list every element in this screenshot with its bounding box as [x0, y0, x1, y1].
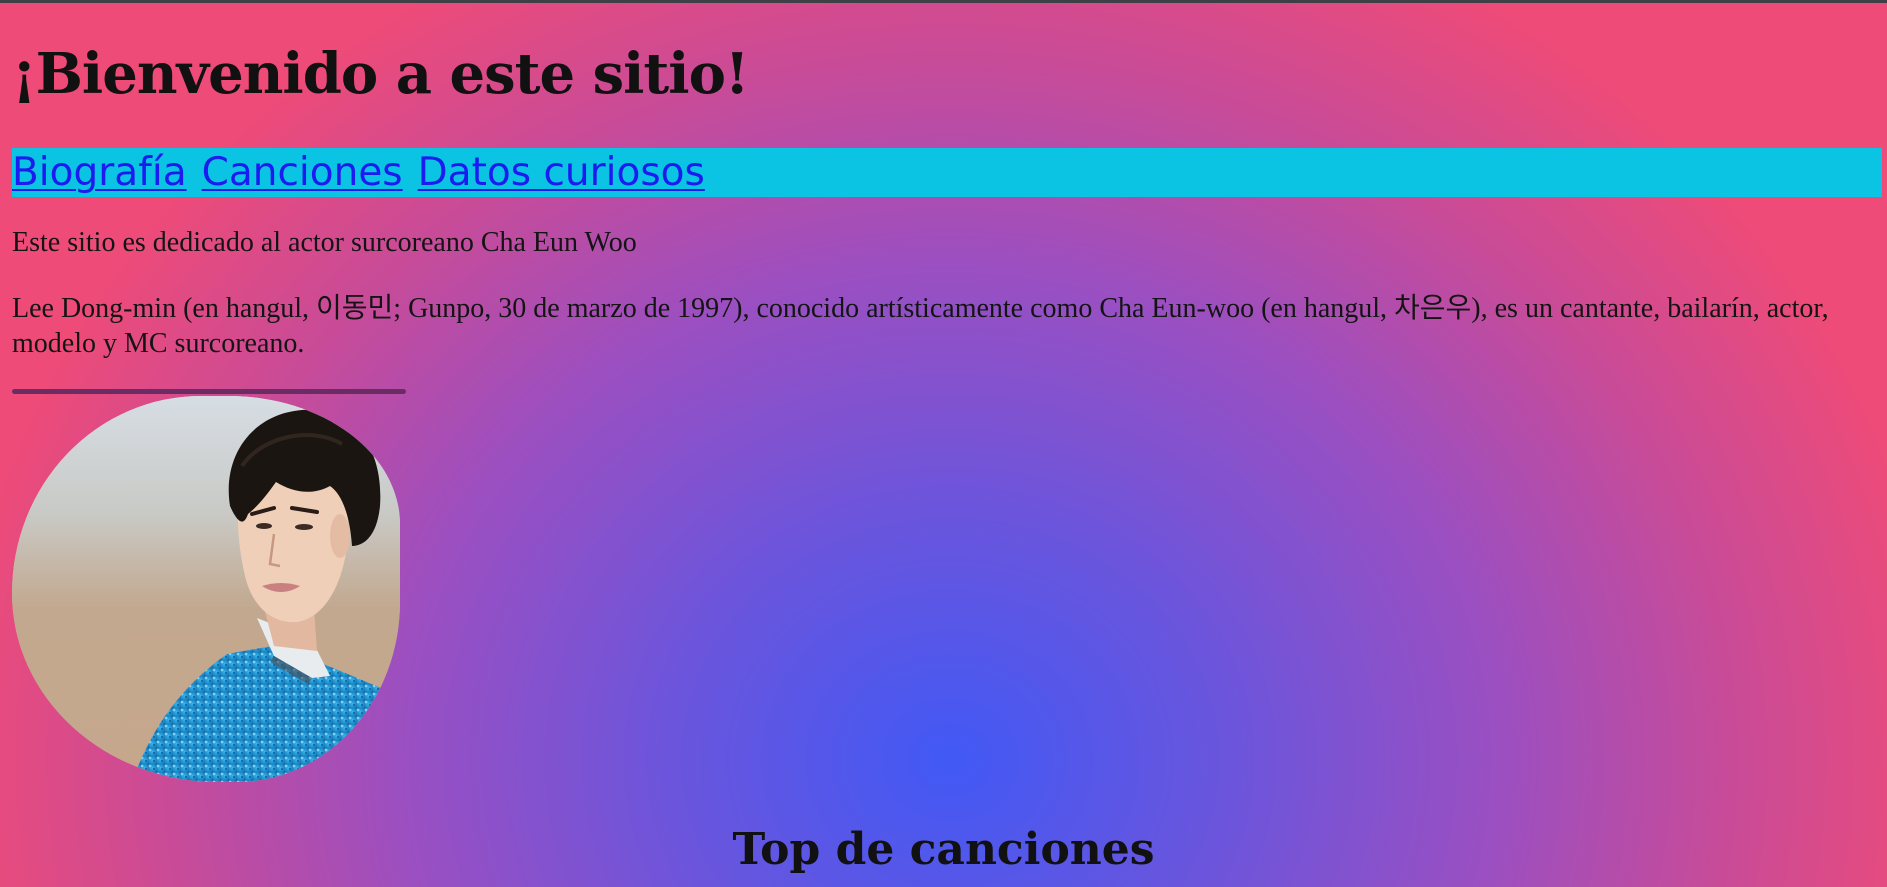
window-top-border: [0, 0, 1887, 3]
portrait-image: [12, 396, 400, 782]
navbar: Biografía Canciones Datos curiosos: [12, 148, 1882, 197]
nav-link-canciones[interactable]: Canciones: [202, 148, 403, 197]
nav-link-datos-curiosos[interactable]: Datos curiosos: [418, 148, 705, 197]
divider: [12, 389, 406, 394]
page-title: ¡Bienvenido a este sitio!: [12, 41, 749, 107]
bio-text: Lee Dong-min (en hangul, 이동민; Gunpo, 30 …: [12, 293, 1829, 359]
songs-section-heading: Top de canciones: [732, 824, 1155, 875]
nav-link-biografia[interactable]: Biografía: [12, 148, 187, 197]
intro-text: Este sitio es dedicado al actor surcorea…: [12, 227, 637, 258]
